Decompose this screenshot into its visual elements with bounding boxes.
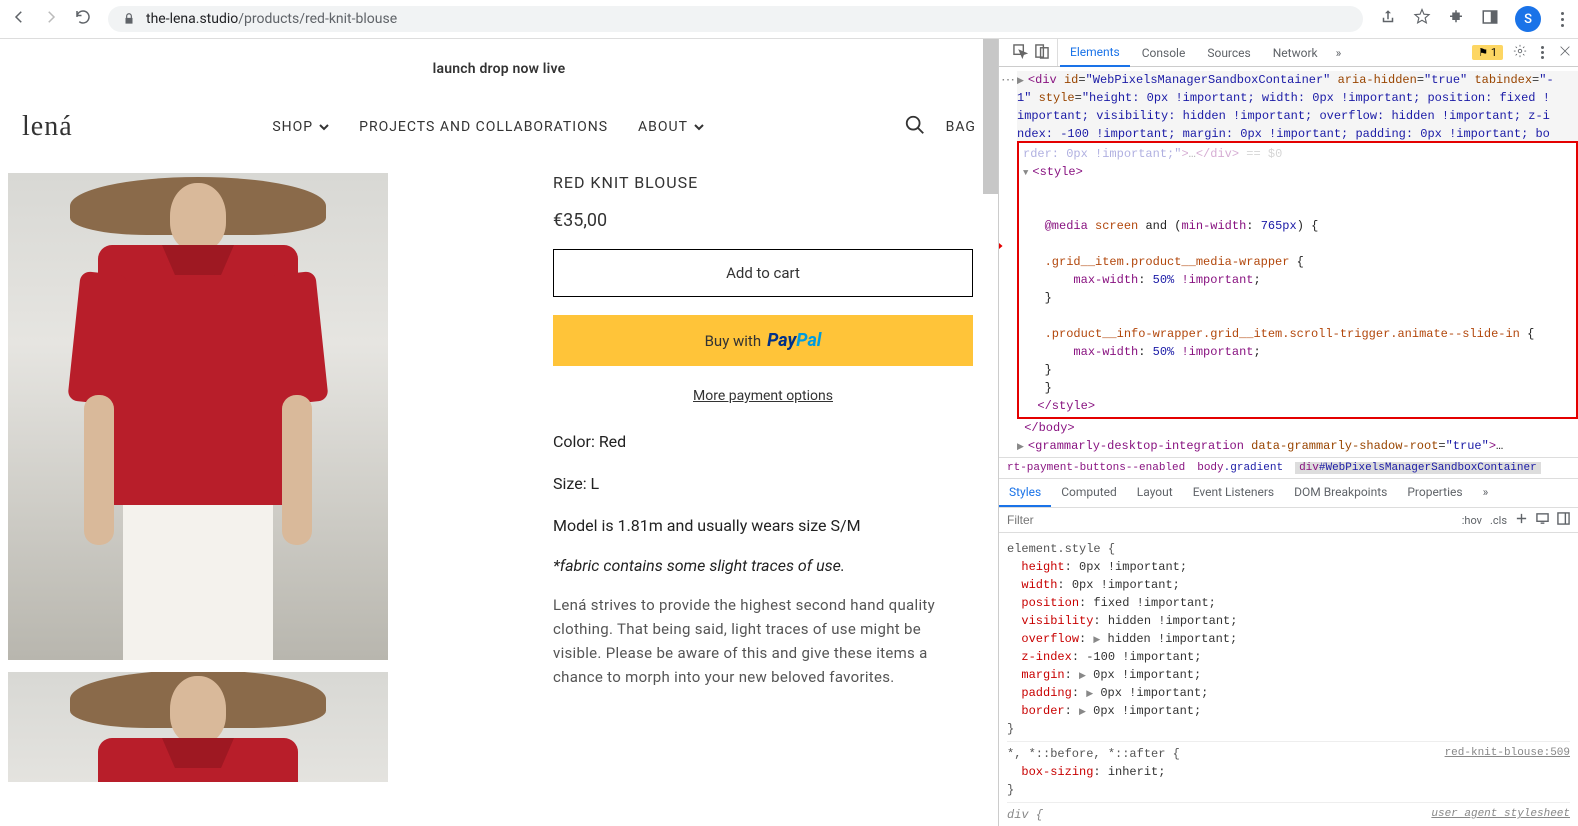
product-image-2[interactable] xyxy=(8,672,388,782)
settings-icon[interactable] xyxy=(1513,44,1527,61)
product-title: RED KNIT BLOUSE xyxy=(553,173,973,192)
dom-tree[interactable]: ⋯ <div id="WebPixelsManagerSandboxContai… xyxy=(999,67,1578,457)
tab-dom-breakpoints[interactable]: DOM Breakpoints xyxy=(1284,479,1397,507)
page-scrollbar[interactable] xyxy=(983,39,998,194)
issues-badge[interactable]: ⚑ 1 xyxy=(1472,45,1503,60)
styles-filter-input[interactable] xyxy=(999,508,1454,532)
devtools-panel: Elements Console Sources Network » ⚑ 1 ⋯… xyxy=(998,39,1578,826)
product-description: Lená strives to provide the highest seco… xyxy=(553,593,973,689)
product-note: *fabric contains some slight traces of u… xyxy=(553,556,973,575)
tab-properties[interactable]: Properties xyxy=(1397,479,1472,507)
product-model: Model is 1.81m and usually wears size S/… xyxy=(553,514,973,538)
devtools-menu-icon[interactable] xyxy=(1537,46,1548,59)
nav-about[interactable]: ABOUT xyxy=(638,119,704,135)
extensions-icon[interactable] xyxy=(1447,8,1465,30)
tab-console[interactable]: Console xyxy=(1132,40,1196,66)
chevron-down-icon xyxy=(694,122,704,132)
rule-element-style[interactable]: element.style { height: 0px !important; … xyxy=(1007,537,1570,742)
more-payment-link[interactable]: More payment options xyxy=(553,384,973,412)
url-text: the-lena.studio/products/red-knit-blouse xyxy=(146,11,397,27)
reload-button[interactable] xyxy=(74,8,92,30)
close-devtools-icon[interactable] xyxy=(1558,44,1572,61)
share-icon[interactable] xyxy=(1379,8,1397,30)
address-bar[interactable]: the-lena.studio/products/red-knit-blouse xyxy=(108,6,1363,32)
lock-icon xyxy=(122,12,136,26)
styles-filter-row: :hov .cls xyxy=(999,508,1578,533)
tab-styles[interactable]: Styles xyxy=(999,479,1051,507)
ellipsis-icon: ⋯ xyxy=(1001,71,1014,92)
product-media xyxy=(8,173,498,794)
bookmark-icon[interactable] xyxy=(1413,8,1431,30)
tab-sources[interactable]: Sources xyxy=(1197,40,1260,66)
announcement-banner: launch drop now live xyxy=(0,39,998,89)
computed-toggle-icon[interactable] xyxy=(1557,512,1570,528)
site-logo[interactable]: lená xyxy=(22,111,73,143)
buy-with-label: Buy with xyxy=(705,332,762,350)
styles-tabs: Styles Computed Layout Event Listeners D… xyxy=(999,479,1578,508)
product-image-1[interactable] xyxy=(8,173,388,660)
tab-network[interactable]: Network xyxy=(1263,40,1328,66)
cls-toggle[interactable]: .cls xyxy=(1490,514,1507,527)
search-icon[interactable] xyxy=(904,114,926,140)
nav-projects[interactable]: PROJECTS AND COLLABORATIONS xyxy=(359,119,608,135)
device-toolbar-icon[interactable] xyxy=(1536,512,1549,528)
product-price: €35,00 xyxy=(553,210,973,231)
profile-avatar[interactable]: S xyxy=(1515,6,1541,32)
styles-rules[interactable]: element.style { height: 0px !important; … xyxy=(999,533,1578,826)
styles-tabs-overflow[interactable]: » xyxy=(1473,479,1499,507)
buy-with-paypal-button[interactable]: Buy with PayPal xyxy=(553,315,973,366)
inspect-icon[interactable] xyxy=(1013,44,1028,62)
product-info: RED KNIT BLOUSE €35,00 Add to cart Buy w… xyxy=(553,173,973,794)
new-rule-icon[interactable] xyxy=(1515,512,1528,528)
paypal-logo: PayPal xyxy=(767,330,821,351)
bag-link[interactable]: BAG xyxy=(946,119,976,135)
tabs-overflow[interactable]: » xyxy=(1330,40,1348,66)
tab-computed[interactable]: Computed xyxy=(1051,479,1127,507)
site-navbar: lená SHOP PROJECTS AND COLLABORATIONS AB… xyxy=(0,89,998,173)
nav-shop[interactable]: SHOP xyxy=(272,119,329,135)
panel-icon[interactable] xyxy=(1481,8,1499,30)
browser-toolbar: the-lena.studio/products/red-knit-blouse… xyxy=(0,0,1578,39)
chevron-down-icon xyxy=(319,122,329,132)
forward-button[interactable] xyxy=(42,8,60,30)
add-to-cart-button[interactable]: Add to cart xyxy=(553,249,973,297)
tab-layout[interactable]: Layout xyxy=(1127,479,1183,507)
hov-toggle[interactable]: :hov xyxy=(1462,514,1482,527)
product-color: Color: Red xyxy=(553,430,973,454)
tab-event-listeners[interactable]: Event Listeners xyxy=(1183,479,1284,507)
arrow-annotation xyxy=(999,239,1005,259)
tab-elements[interactable]: Elements xyxy=(1060,39,1130,67)
product-size: Size: L xyxy=(553,472,973,496)
device-icon[interactable] xyxy=(1034,44,1049,62)
devtools-tabs: Elements Console Sources Network » ⚑ 1 xyxy=(999,39,1578,67)
rule-star[interactable]: red-knit-blouse:509 *, *::before, *::aft… xyxy=(1007,742,1570,803)
back-button[interactable] xyxy=(10,8,28,30)
breadcrumb[interactable]: rt-payment-buttons--enabled body.gradien… xyxy=(999,457,1578,479)
chrome-menu-icon[interactable] xyxy=(1557,12,1568,27)
page-viewport: launch drop now live lená SHOP PROJECTS … xyxy=(0,39,998,826)
